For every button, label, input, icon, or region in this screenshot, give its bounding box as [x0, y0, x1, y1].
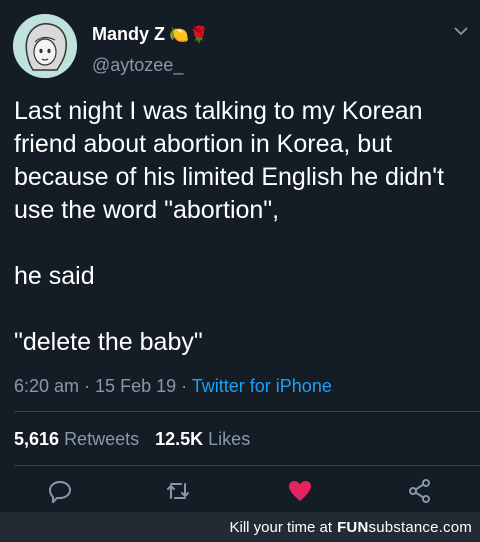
tweet-date: 15 Feb 19	[95, 376, 177, 396]
retweets-stat[interactable]: 5,616 Retweets	[14, 429, 139, 449]
meta-separator: ·	[79, 376, 96, 396]
likes-label: Likes	[208, 429, 251, 449]
watermark-footer: Kill your time at FUNsubstance.com	[0, 512, 480, 542]
action-bar	[0, 478, 480, 508]
footer-text: Kill your time at	[229, 518, 333, 536]
divider	[14, 411, 480, 412]
cartoon-avatar-icon	[13, 14, 77, 78]
brand-tld: .com	[438, 518, 472, 536]
user-handle[interactable]: @aytozee_	[92, 55, 183, 76]
funsubstance-logo[interactable]: FUNsubstance.com	[337, 519, 472, 536]
tweet-paragraph-2: he said	[14, 262, 95, 290]
brand-main: FUN	[337, 518, 369, 536]
display-name-text: Mandy Z	[92, 24, 166, 44]
name-emojis: 🍋🌹	[169, 26, 209, 44]
display-name[interactable]: Mandy Z 🍋🌹	[92, 24, 209, 45]
chevron-down-icon[interactable]	[454, 26, 468, 36]
retweet-icon[interactable]	[165, 478, 191, 504]
tweet-meta: 6:20 am · 15 Feb 19 · Twitter for iPhone	[14, 376, 332, 397]
tweet-paragraph-3: "delete the baby"	[14, 328, 203, 356]
tweet-stats: 5,616 Retweets 12.5K Likes	[14, 429, 250, 450]
avatar[interactable]	[13, 14, 77, 78]
reply-icon[interactable]	[47, 478, 73, 504]
likes-stat[interactable]: 12.5K Likes	[155, 429, 250, 449]
brand-sub: substance	[368, 518, 439, 536]
tweet-paragraph-1: Last night I was talking to my Korean fr…	[14, 97, 445, 224]
tweet-text: Last night I was talking to my Korean fr…	[14, 95, 470, 359]
share-icon[interactable]	[407, 478, 433, 504]
heart-icon[interactable]	[287, 478, 313, 504]
retweets-count: 5,616	[14, 429, 60, 449]
divider	[14, 465, 480, 466]
retweets-label: Retweets	[64, 429, 140, 449]
meta-separator: ·	[176, 376, 192, 396]
tweet-source-link[interactable]: Twitter for iPhone	[192, 376, 332, 396]
tweet-time: 6:20 am	[14, 376, 80, 396]
likes-count: 12.5K	[155, 429, 204, 449]
